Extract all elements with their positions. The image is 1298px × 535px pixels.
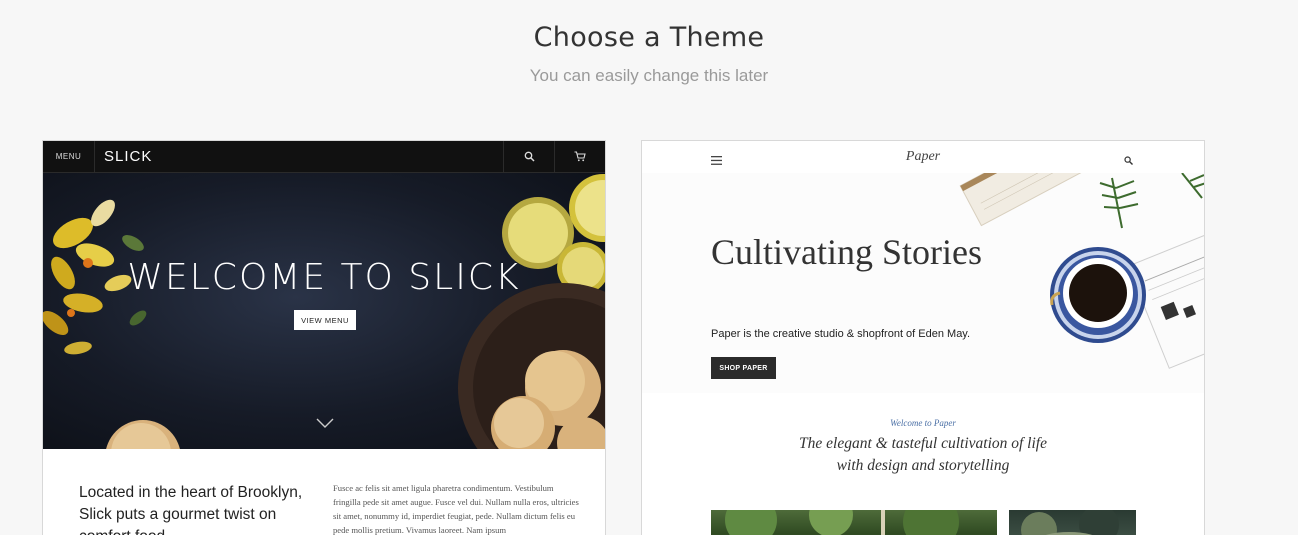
slick-view-menu-button: VIEW MENU	[294, 310, 356, 330]
slick-intro-text: Fusce ac felis sit amet ligula pharetra …	[333, 483, 579, 535]
slick-menu-link: MENU	[43, 141, 95, 173]
paper-tagline: Paper is the creative studio & shopfront…	[711, 328, 971, 340]
paper-shop-button: SHOP PAPER	[711, 357, 776, 379]
paper-logo: Paper	[905, 149, 941, 164]
paper-hero: Cultivating Stories Paper is the creativ…	[642, 173, 1204, 393]
theme-card-slick[interactable]: MENU SLICK WELCOME TO SLICK VIEW MENU Lo…	[42, 140, 606, 535]
chevron-down-icon	[316, 415, 334, 433]
page-title: Choose a Theme	[533, 22, 765, 53]
paper-elegant-text: The elegant & tasteful cultivation of li…	[799, 435, 1047, 474]
paper-navbar: Paper	[642, 141, 1204, 173]
paper-plant-photo	[1009, 510, 1136, 535]
search-icon	[503, 141, 554, 173]
page-subtitle: You can easily change this later	[529, 66, 769, 85]
search-icon	[1124, 152, 1133, 170]
slick-intro-heading: Located in the heart of Brooklyn, Slick …	[79, 484, 303, 535]
slick-content: Located in the heart of Brooklyn, Slick …	[43, 449, 605, 535]
slick-headline: WELCOME TO SLICK	[127, 257, 521, 298]
slick-logo: SLICK	[104, 148, 153, 165]
theme-card-paper[interactable]: Paper Cultivating Stories Paper is the c…	[641, 140, 1205, 535]
paper-welcome-label: Welcome to Paper	[890, 418, 956, 428]
paper-headline: Cultivating Stories	[711, 232, 983, 272]
paper-garden-photo	[711, 510, 997, 535]
cart-icon	[554, 141, 605, 173]
slick-navbar: MENU SLICK	[43, 141, 605, 173]
slick-hero-image: WELCOME TO SLICK VIEW MENU	[43, 173, 605, 449]
